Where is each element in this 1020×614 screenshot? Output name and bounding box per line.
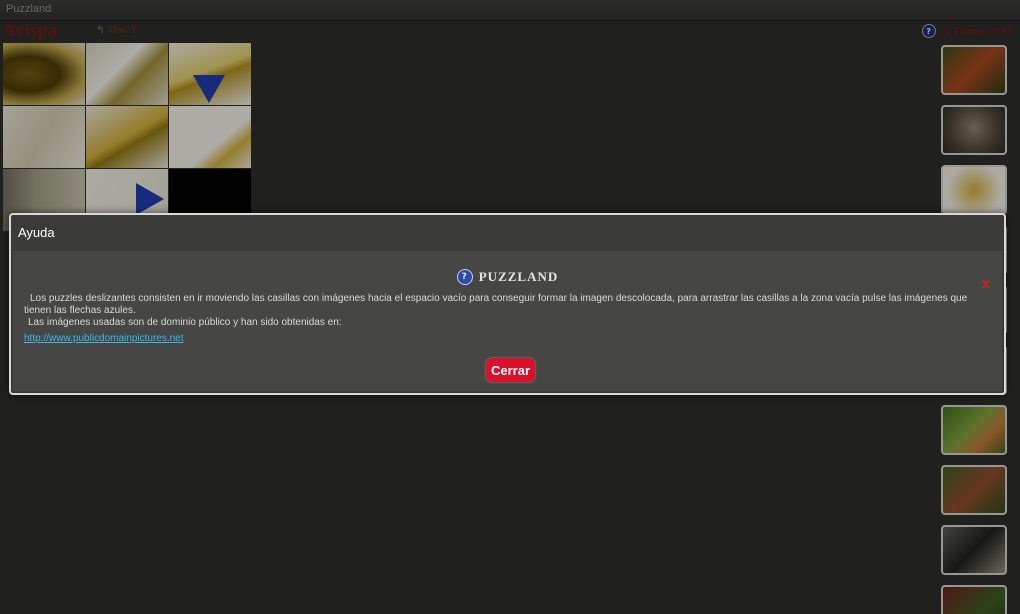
close-icon[interactable]: x [982,277,990,292]
close-button[interactable]: Cerrar [486,358,535,382]
help-paragraph: Los puzzles deslizantes consisten en ir … [24,293,968,316]
help-paragraph: Las imágenes usadas son de dominio públi… [28,317,342,328]
app-heading: ? PUZZLAND [13,269,1002,285]
app-name: PUZZLAND [478,269,559,284]
help-text: Los puzzles deslizantes consisten en ir … [24,293,976,329]
source-link[interactable]: http://www.publicdomainpictures.net [24,333,184,344]
help-dialog: Ayuda ? PUZZLAND x Los puzzles deslizant… [9,213,1006,395]
dialog-title: Ayuda [18,225,55,240]
help-icon: ? [456,269,473,285]
dialog-body: ? PUZZLAND x Los puzzles deslizantes con… [13,251,1002,391]
